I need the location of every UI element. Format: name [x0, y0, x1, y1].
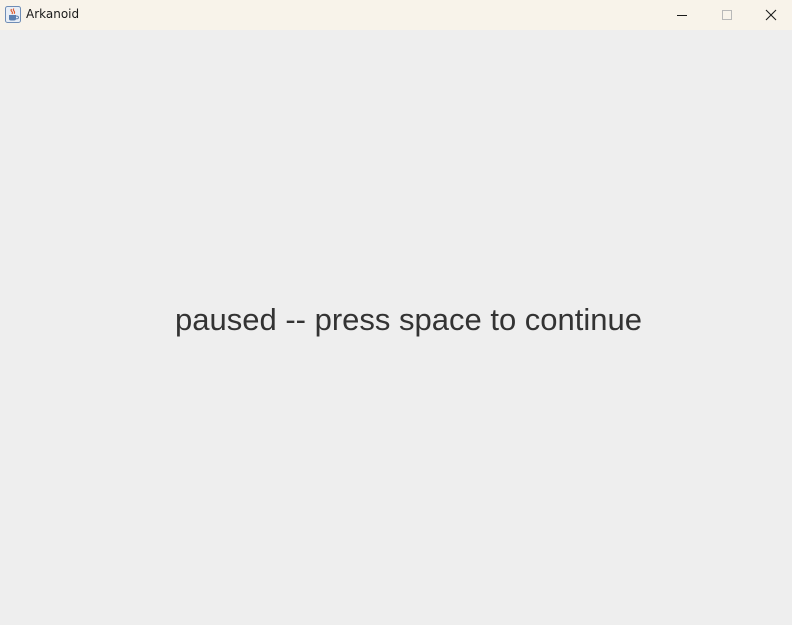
maximize-icon — [721, 9, 733, 21]
close-button[interactable] — [750, 0, 792, 30]
title-bar[interactable]: Arkanoid — [0, 0, 792, 30]
close-icon — [765, 9, 777, 21]
game-canvas[interactable]: paused -- press space to continue — [0, 30, 792, 625]
pause-message: paused -- press space to continue — [175, 302, 642, 337]
maximize-button[interactable] — [704, 0, 750, 30]
minimize-icon — [676, 9, 688, 21]
game-window: Arkanoid paused -- press space to contin… — [0, 0, 792, 625]
java-coffee-cup-icon — [5, 6, 21, 23]
window-title: Arkanoid — [26, 7, 80, 21]
minimize-button[interactable] — [659, 0, 705, 30]
